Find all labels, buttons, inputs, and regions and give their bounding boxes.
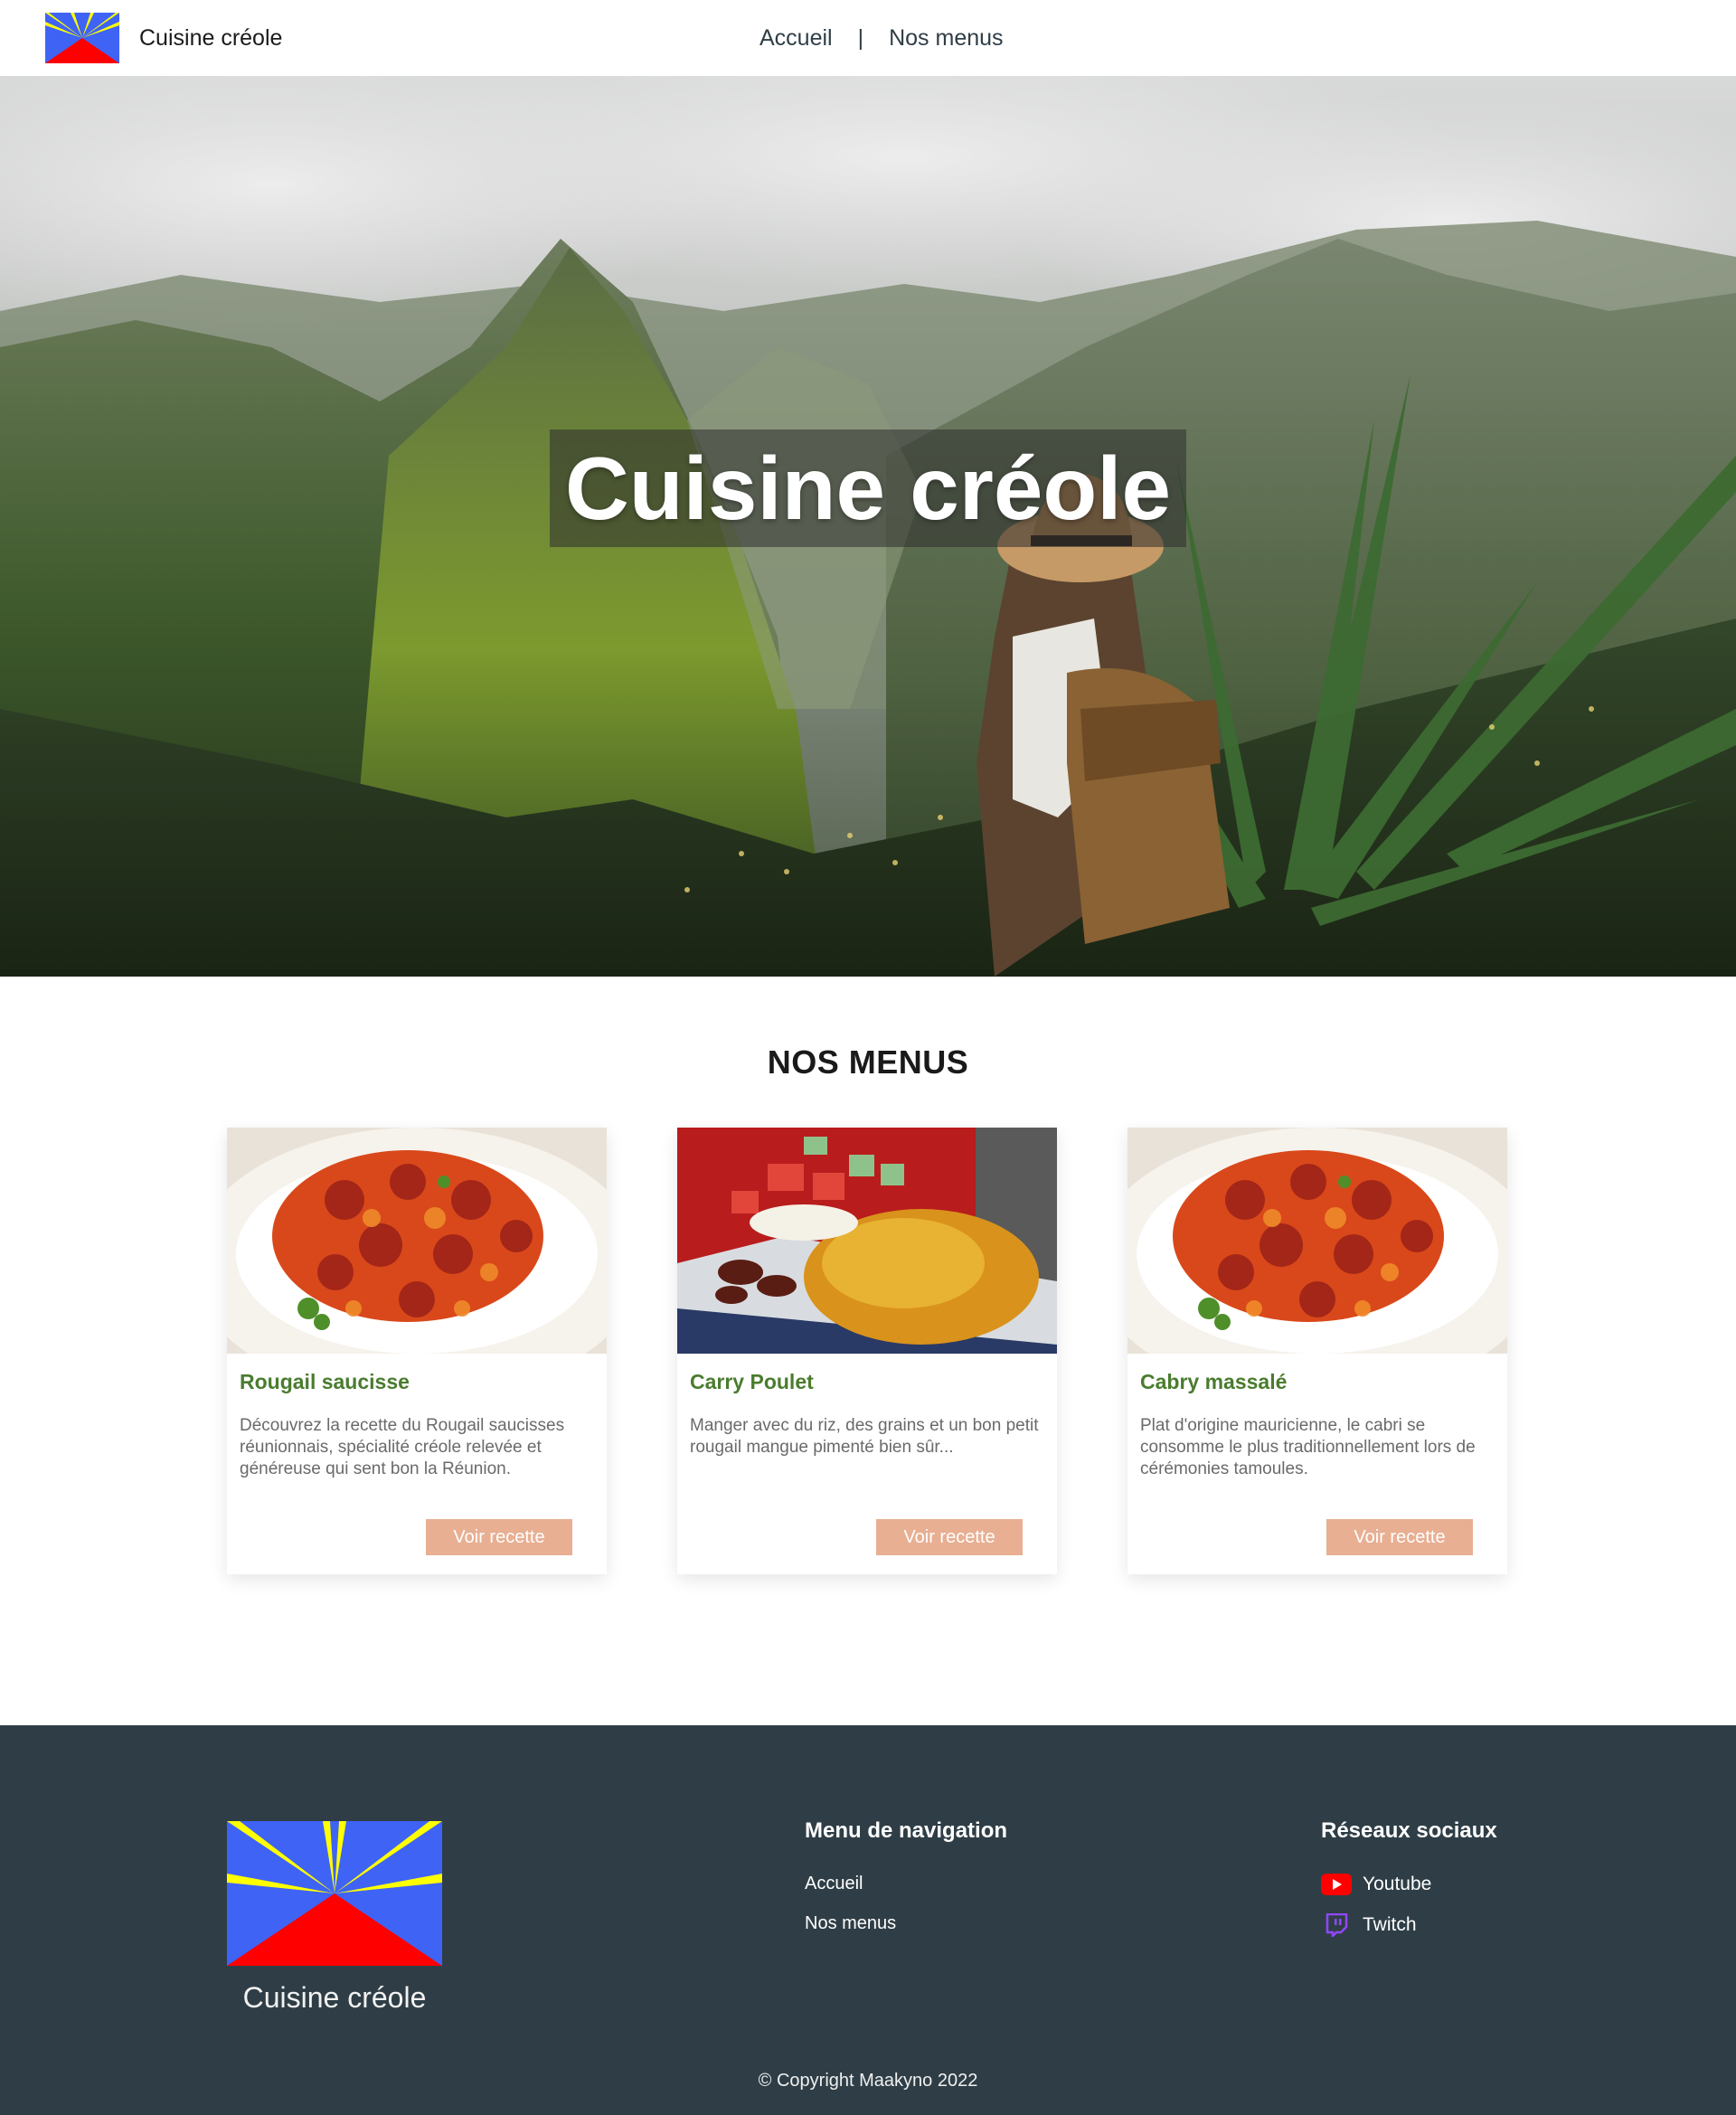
voir-recette-button[interactable]: Voir recette [426, 1519, 572, 1555]
voir-recette-button[interactable]: Voir recette [1326, 1519, 1473, 1555]
reunion-flag-logo [45, 13, 119, 63]
nav-link-nos-menus[interactable]: Nos menus [889, 25, 1003, 52]
youtube-label: Youtube [1363, 1874, 1432, 1894]
footer-social-column: Réseaux sociaux Youtube Twitch [1321, 1818, 1497, 1954]
hero-title-box: Cuisine créole [550, 430, 1186, 547]
youtube-icon [1321, 1873, 1352, 1896]
menus-section-title: NOS MENUS [767, 1043, 969, 1081]
site-footer: Cuisine créole Menu de navigation Accuei… [0, 1725, 1736, 2115]
voir-recette-button[interactable]: Voir recette [876, 1519, 1023, 1555]
top-navbar: Cuisine créole Accueil | Nos menus [0, 0, 1736, 76]
brand-link[interactable]: Cuisine créole [45, 13, 282, 63]
reunion-flag-logo [227, 1821, 442, 1966]
footer-brand-name: Cuisine créole [242, 1981, 427, 2014]
hero-banner: Cuisine créole [0, 76, 1736, 977]
nav-link-accueil[interactable]: Accueil [760, 25, 833, 52]
card-title: Rougail saucisse [240, 1370, 410, 1393]
footer-link-accueil[interactable]: Accueil [805, 1873, 1007, 1894]
cabry-massale-photo [1127, 1128, 1507, 1354]
twitch-link[interactable]: Twitch [1321, 1913, 1497, 1937]
carry-poulet-photo [677, 1128, 1057, 1354]
copyright-text: © Copyright Maakyno 2022 [758, 2071, 978, 2091]
main-nav: Accueil | Nos menus [760, 20, 1004, 56]
brand-name: Cuisine créole [139, 24, 283, 51]
card-description: Plat d'origine mauricienne, le cabri se … [1140, 1416, 1476, 1478]
menu-cards: Rougail saucisse Découvrez la recette du… [227, 1128, 1509, 1574]
footer-link-nos-menus[interactable]: Nos menus [805, 1912, 1007, 1934]
twitch-icon [1321, 1913, 1352, 1937]
card-title: Cabry massalé [1140, 1370, 1288, 1393]
footer-social-heading: Réseaux sociaux [1321, 1818, 1497, 1843]
card-title: Carry Poulet [690, 1370, 814, 1393]
rougail-saucisse-photo [227, 1128, 607, 1354]
hero-title: Cuisine créole [565, 438, 1171, 538]
card-description: Manger avec du riz, des grains et un bon… [690, 1416, 1039, 1457]
footer-nav-heading: Menu de navigation [805, 1818, 1008, 1843]
twitch-label: Twitch [1363, 1914, 1417, 1935]
footer-nav-column: Menu de navigation Accueil Nos menus [805, 1818, 1007, 1952]
youtube-link[interactable]: Youtube [1321, 1873, 1497, 1896]
menu-card: Carry Poulet Manger avec du riz, des gra… [677, 1128, 1057, 1574]
menu-card: Cabry massalé Plat d'origine mauricienne… [1127, 1128, 1507, 1574]
card-description: Découvrez la recette du Rougail saucisse… [240, 1416, 565, 1478]
nav-separator: | [857, 24, 864, 51]
menu-card: Rougail saucisse Découvrez la recette du… [227, 1128, 607, 1574]
menus-section: NOS MENUS Rougail saucisse Découvrez la … [0, 977, 1736, 1725]
